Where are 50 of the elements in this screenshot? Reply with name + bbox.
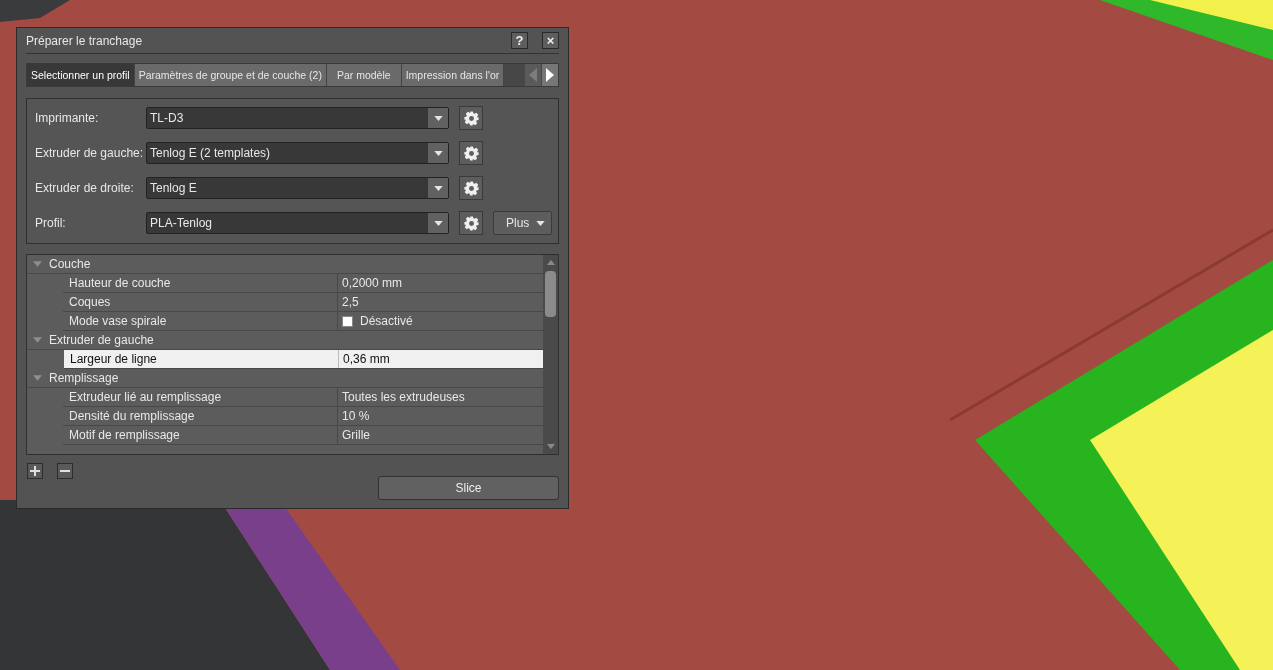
property-name[interactable]: Mode vase spirale [63, 312, 338, 330]
selected-row[interactable]: Largeur de ligne 0,36 mm [64, 350, 543, 369]
settings-button[interactable] [459, 106, 483, 130]
field-label: Imprimante: [35, 111, 100, 125]
dropdown[interactable]: PLA-Tenlog [146, 212, 449, 234]
scrollbar[interactable] [543, 255, 558, 454]
group-label: Extruder de gauche [49, 333, 154, 347]
property-value: 10 % [342, 409, 370, 423]
scroll-right-icon[interactable] [542, 64, 558, 86]
tab[interactable]: Paramètres de groupe et de couche (2) [134, 64, 327, 86]
property-value: Toutes les extrudeuses [342, 390, 465, 404]
property-name[interactable]: Densité du remplissage [63, 407, 338, 425]
settings-button[interactable] [459, 141, 483, 165]
property-value: Grille [342, 428, 370, 442]
help-button[interactable]: ? [511, 32, 528, 49]
tab[interactable]: Selectionner un profil [27, 64, 135, 86]
dropdown[interactable]: TL-D3 [146, 107, 449, 129]
property-name[interactable]: Coques [63, 293, 338, 311]
tab[interactable]: Impression dans l'or [401, 64, 505, 86]
property-value: 2,5 [342, 295, 359, 309]
slice-button[interactable]: Slice [378, 476, 559, 500]
checkbox[interactable] [342, 315, 353, 327]
settings-button[interactable] [459, 211, 483, 235]
tab[interactable]: Par modèle [326, 64, 402, 86]
group-label: Couche [49, 257, 91, 271]
add-icon[interactable] [27, 463, 43, 479]
more-button[interactable]: Plus [493, 211, 552, 235]
property-name[interactable]: Motif de remplissage [63, 426, 338, 444]
caret-icon [433, 185, 443, 191]
property-value: 0,36 mm [343, 352, 390, 366]
property-name[interactable]: Extrudeur lié au remplissage [63, 388, 338, 406]
property-value: Désactivé [360, 314, 413, 328]
property-name[interactable]: Hauteur de couche [63, 274, 338, 292]
scrollbar-thumb[interactable] [545, 271, 556, 317]
window-title: Préparer le tranchage [26, 33, 144, 48]
dropdown[interactable]: Tenlog E (2 templates) [146, 142, 449, 164]
group-label: Remplissage [49, 371, 119, 385]
field-label: Extruder de gauche: [35, 146, 145, 160]
field-label: Extruder de droite: [35, 181, 135, 195]
field-label: Profil: [35, 216, 67, 230]
settings-button[interactable] [459, 176, 483, 200]
remove-icon[interactable] [57, 463, 73, 479]
property-name: Largeur de ligne [64, 350, 339, 368]
caret-icon [536, 220, 545, 226]
caret-icon [433, 150, 443, 156]
dropdown[interactable]: Tenlog E [146, 177, 449, 199]
close-button[interactable]: × [542, 32, 559, 49]
caret-icon [433, 220, 443, 226]
caret-icon [433, 115, 443, 121]
property-value: 0,2000 mm [342, 276, 403, 290]
